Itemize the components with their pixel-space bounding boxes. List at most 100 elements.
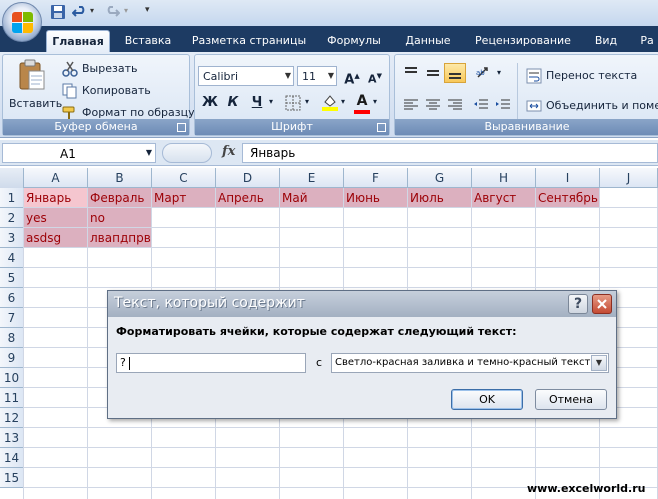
close-button[interactable] <box>592 294 612 314</box>
increase-indent-icon[interactable] <box>495 97 511 113</box>
format-select-value: Светло-красная заливка и темно-красный т… <box>335 357 591 368</box>
cell-c1[interactable]: Март <box>152 188 215 207</box>
cut-button[interactable]: Вырезать <box>61 59 186 79</box>
tab-home[interactable]: Главная <box>46 30 110 52</box>
text-criteria-input[interactable]: ? <box>116 353 306 373</box>
tab-page-layout[interactable]: Разметка страницы <box>190 30 308 52</box>
row-header-2[interactable]: 2 <box>0 208 24 228</box>
underline-button[interactable]: Ч <box>247 93 267 113</box>
merge-center-button[interactable]: Объединить и помес <box>525 95 658 115</box>
clipboard-launcher-icon[interactable] <box>177 123 186 132</box>
column-header-e[interactable]: E <box>280 168 344 188</box>
watermark: www.excelworld.ru <box>527 482 646 495</box>
row-header-14[interactable]: 14 <box>0 448 24 468</box>
font-name-combo[interactable]: Calibri ▼ <box>198 66 294 86</box>
column-header-j[interactable]: J <box>600 168 658 188</box>
bold-button[interactable]: Ж <box>200 93 220 113</box>
cell-e1[interactable]: Май <box>280 188 343 207</box>
column-header-d[interactable]: D <box>216 168 280 188</box>
row-header-4[interactable]: 4 <box>0 248 24 268</box>
row-header-1[interactable]: 1 <box>0 188 24 208</box>
tab-data[interactable]: Данные <box>398 30 458 52</box>
font-color-icon[interactable]: A <box>352 91 372 111</box>
align-middle-icon[interactable] <box>425 65 441 81</box>
office-button[interactable] <box>2 2 42 42</box>
row-header-12[interactable]: 12 <box>0 408 24 428</box>
cell-b2[interactable]: no <box>88 208 151 227</box>
cell-a2[interactable]: yes <box>24 208 87 227</box>
cell-a1[interactable]: Январь <box>24 188 87 207</box>
format-select[interactable]: Светло-красная заливка и темно-красный т… <box>331 353 609 373</box>
undo-icon[interactable] <box>72 4 88 20</box>
cell-b1[interactable]: Февраль <box>88 188 151 207</box>
row-header-15[interactable]: 15 <box>0 468 24 488</box>
row-header-11[interactable]: 11 <box>0 388 24 408</box>
column-header-f[interactable]: F <box>344 168 408 188</box>
paste-button[interactable]: Вставить <box>6 57 62 117</box>
orientation-icon[interactable]: ab <box>475 65 495 81</box>
chevron-down-icon[interactable]: ▼ <box>591 355 607 371</box>
align-bottom-button[interactable] <box>444 63 466 83</box>
cell-i1[interactable]: Сентябрь <box>536 188 599 207</box>
cell-a3[interactable]: asdsg <box>24 228 87 247</box>
cell-b3[interactable]: лвапдпрв <box>88 228 151 247</box>
font-size-combo[interactable]: 11 ▼ <box>297 66 337 86</box>
align-top-icon[interactable] <box>403 65 419 81</box>
column-header-row: ABCDEFGHIJ <box>0 168 658 188</box>
help-button[interactable]: ? <box>568 294 588 314</box>
row-header-9[interactable]: 9 <box>0 348 24 368</box>
redo-dropdown-icon[interactable]: ▾ <box>124 6 140 22</box>
redo-icon[interactable] <box>104 4 120 20</box>
row-header-6[interactable]: 6 <box>0 288 24 308</box>
cell-h1[interactable]: Август <box>472 188 535 207</box>
tab-review[interactable]: Рецензирование <box>470 30 576 52</box>
italic-button[interactable]: К <box>223 93 243 113</box>
select-all-corner[interactable] <box>0 168 24 188</box>
column-header-c[interactable]: C <box>152 168 216 188</box>
column-header-i[interactable]: I <box>536 168 600 188</box>
row-header-3[interactable]: 3 <box>0 228 24 248</box>
align-right-icon[interactable] <box>447 97 463 113</box>
row-header-5[interactable]: 5 <box>0 268 24 288</box>
column-header-a[interactable]: A <box>24 168 88 188</box>
column-header-h[interactable]: H <box>472 168 536 188</box>
cell-d1[interactable]: Апрель <box>216 188 279 207</box>
font-launcher-icon[interactable] <box>377 123 386 132</box>
fill-color-icon[interactable] <box>321 93 339 111</box>
column-header-g[interactable]: G <box>408 168 472 188</box>
borders-icon[interactable] <box>285 95 301 111</box>
row-header-7[interactable]: 7 <box>0 308 24 328</box>
decrease-indent-icon[interactable] <box>473 97 489 113</box>
row-header-8[interactable]: 8 <box>0 328 24 348</box>
copy-button[interactable]: Копировать <box>61 81 186 101</box>
orientation-dropdown-icon[interactable]: ▾ <box>497 68 501 77</box>
dialog-title-bar[interactable]: Текст, который содержит ? <box>108 291 616 317</box>
fill-color-dropdown-icon[interactable]: ▾ <box>341 97 345 106</box>
customize-qat-icon[interactable]: ▾ <box>145 5 161 21</box>
column-header-b[interactable]: B <box>88 168 152 188</box>
borders-dropdown-icon[interactable]: ▾ <box>305 97 309 106</box>
cancel-button[interactable]: Отмена <box>535 389 607 410</box>
tab-formulas[interactable]: Формулы <box>322 30 386 52</box>
row-header-13[interactable]: 13 <box>0 428 24 448</box>
tab-insert[interactable]: Вставка <box>118 30 178 52</box>
name-box[interactable]: A1 ▼ <box>2 143 156 163</box>
row-header-10[interactable]: 10 <box>0 368 24 388</box>
save-icon[interactable] <box>50 4 66 20</box>
wrap-text-button[interactable]: Перенос текста <box>525 65 658 85</box>
formula-input[interactable]: Январь <box>242 143 658 163</box>
align-center-icon[interactable] <box>425 97 441 113</box>
cell-f1[interactable]: Июнь <box>344 188 407 207</box>
grow-font-icon[interactable]: A▲ <box>342 66 362 87</box>
dialog-prompt: Форматировать ячейки, которые содержат с… <box>116 325 517 338</box>
formula-expand-handle[interactable] <box>162 143 212 163</box>
cell-g1[interactable]: Июль <box>408 188 471 207</box>
font-color-dropdown-icon[interactable]: ▾ <box>373 97 377 106</box>
ok-button[interactable]: OK <box>451 389 523 410</box>
tab-view[interactable]: Вид <box>588 30 624 52</box>
shrink-font-icon[interactable]: A▼ <box>365 66 385 86</box>
underline-dropdown-icon[interactable]: ▾ <box>269 97 273 106</box>
insert-function-icon[interactable]: fx <box>222 144 235 159</box>
tab-developer[interactable]: Ра <box>636 30 658 52</box>
align-left-icon[interactable] <box>403 97 419 113</box>
